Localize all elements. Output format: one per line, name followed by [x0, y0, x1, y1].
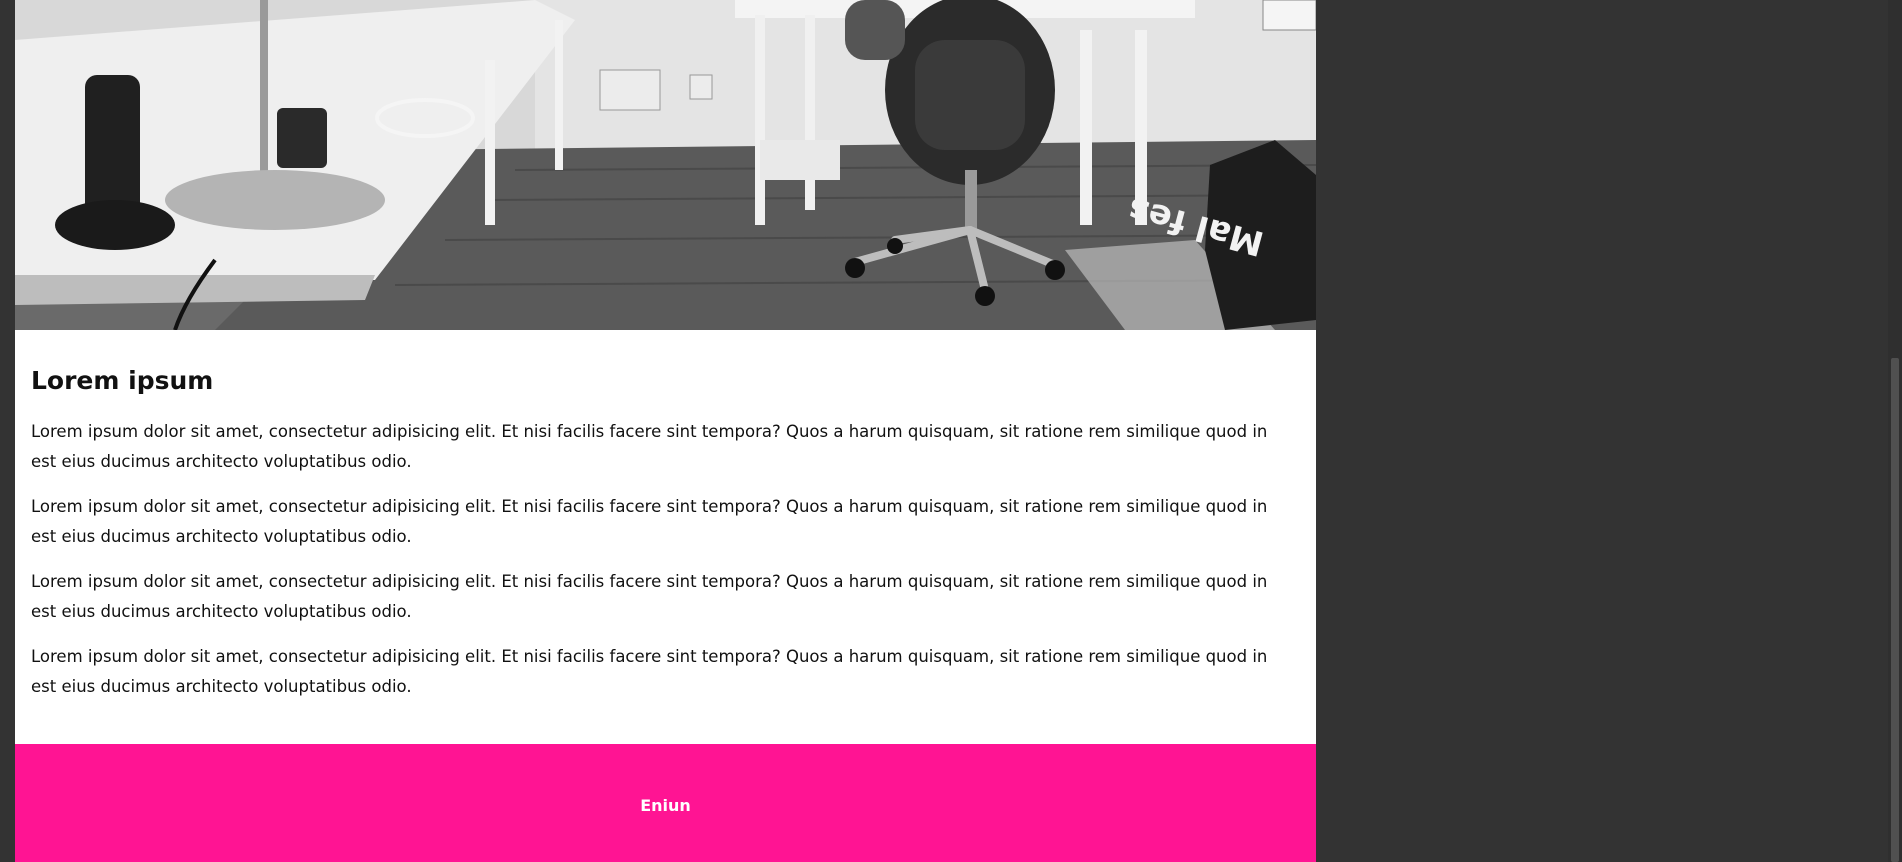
hero-image: Mal fes — [15, 0, 1316, 330]
office-photo: Mal fes — [15, 0, 1316, 330]
article-paragraph: Lorem ipsum dolor sit amet, consectetur … — [31, 647, 1268, 696]
page-container: Mal fes Lorem ipsum Lorem ipsum dolor si… — [15, 0, 1316, 862]
article-paragraph: Lorem ipsum dolor sit amet, consectetur … — [31, 497, 1268, 546]
article-heading: Lorem ipsum — [31, 366, 214, 395]
scrollbar-thumb[interactable] — [1891, 358, 1899, 862]
footer-button[interactable]: Eniun — [640, 796, 691, 815]
scrollbar[interactable] — [1888, 0, 1902, 862]
footer-bar: Eniun — [15, 744, 1316, 862]
article-paragraph: Lorem ipsum dolor sit amet, consectetur … — [31, 572, 1268, 621]
article-paragraph: Lorem ipsum dolor sit amet, consectetur … — [31, 422, 1268, 471]
article-content: Lorem ipsum Lorem ipsum dolor sit amet, … — [15, 330, 1316, 702]
